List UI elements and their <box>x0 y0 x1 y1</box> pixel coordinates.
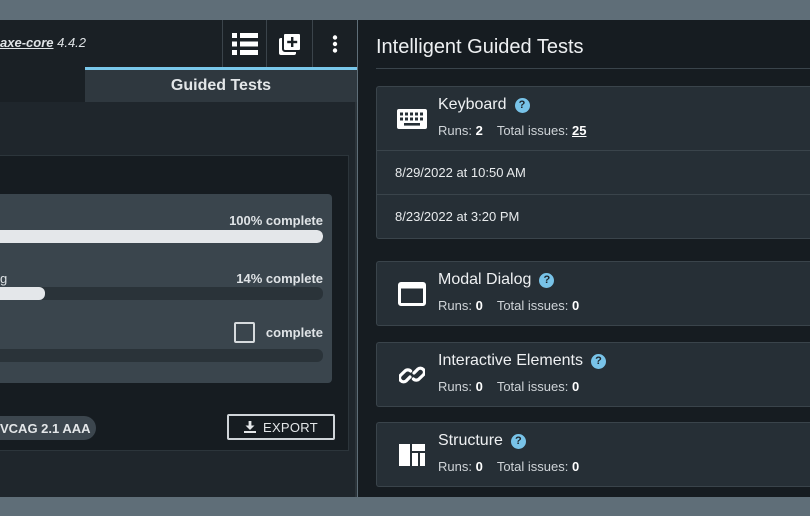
tab-overview[interactable] <box>0 67 85 102</box>
issues-label: Total issues: <box>496 459 569 474</box>
card-title-line: Structure? <box>438 432 526 450</box>
kebab-menu-icon <box>332 34 338 53</box>
download-icon <box>243 421 256 433</box>
card-stats: Runs: 0 Total issues: 0 <box>438 459 579 474</box>
export-label: EXPORT <box>262 419 319 435</box>
progress-3-text: complete <box>265 325 323 340</box>
test-run-row[interactable]: 8/29/2022 at 10:50 AM <box>377 150 810 194</box>
right-panel: Intelligent Guided Tests Keyboard? Runs:… <box>358 20 810 497</box>
tab-bar: Guided Tests <box>0 67 357 102</box>
issues-count: 0 <box>572 459 580 474</box>
tab-guided-tests[interactable]: Guided Tests <box>85 67 357 102</box>
progress-summary-card: 100% complete g 14% complete complete VC… <box>0 155 349 451</box>
help-icon[interactable]: ? <box>590 353 606 369</box>
new-test-button[interactable] <box>266 20 312 67</box>
library-name-link[interactable]: axe-core <box>0 35 53 50</box>
card-title-line: Interactive Elements? <box>438 352 606 370</box>
issues-label: Total issues: <box>496 298 569 313</box>
card-title: Keyboard <box>438 96 507 113</box>
card-stats: Runs: 0 Total issues: 0 <box>438 379 579 394</box>
progress-box: 100% complete g 14% complete complete <box>0 194 332 383</box>
issues-label: Total issues: <box>496 379 569 394</box>
help-icon[interactable]: ? <box>510 433 526 449</box>
issues-count: 0 <box>572 298 580 313</box>
help-icon[interactable]: ? <box>539 272 555 288</box>
card-stats: Runs: 2 Total issues: 25 <box>438 123 586 138</box>
left-panel: axe-core 4.4.2 Guided Tests 100% complet… <box>0 20 357 497</box>
title-divider <box>376 68 810 69</box>
progress-1-text: 100% complete <box>229 213 323 228</box>
runs-count: 0 <box>475 379 483 394</box>
library-version-number: 4.4.2 <box>57 35 87 50</box>
test-card-modal-dialog: Modal Dialog? Runs: 0 Total issues: 0 <box>376 261 810 326</box>
card-header[interactable]: Modal Dialog? Runs: 0 Total issues: 0 <box>377 262 810 325</box>
issues-count: 0 <box>572 379 580 394</box>
help-icon[interactable]: ? <box>514 97 530 113</box>
list-view-button[interactable] <box>222 20 266 67</box>
structure-icon <box>397 442 427 468</box>
summary-footer: VCAG 2.1 AAA EXPORT <box>0 383 348 451</box>
card-title: Modal Dialog <box>438 271 532 288</box>
progress-2-label: g <box>0 271 8 286</box>
runs-count: 2 <box>475 123 483 138</box>
card-title-line: Modal Dialog? <box>438 271 555 289</box>
progress-1-fill <box>0 230 323 243</box>
test-card-interactive-elements: Interactive Elements? Runs: 0 Total issue… <box>376 342 810 407</box>
card-header[interactable]: Interactive Elements? Runs: 0 Total issue… <box>377 343 810 406</box>
export-button[interactable]: EXPORT <box>227 414 335 440</box>
test-run-row[interactable]: 8/23/2022 at 3:20 PM <box>377 194 810 238</box>
runs-count: 0 <box>475 459 483 474</box>
progress-2-text: 14% complete <box>236 271 323 286</box>
card-header[interactable]: Keyboard? Runs: 2 Total issues: 25 <box>377 87 810 150</box>
card-header[interactable]: Structure? Runs: 0 Total issues: 0 <box>377 423 810 486</box>
issues-count-link[interactable]: 25 <box>572 123 586 138</box>
list-icon <box>231 32 258 55</box>
progress-1-bar <box>0 230 323 243</box>
more-options-button[interactable] <box>312 20 357 67</box>
runs-label: Runs: <box>438 379 472 394</box>
standard-badge[interactable]: VCAG 2.1 AAA <box>0 416 96 440</box>
add-copy-icon <box>278 32 301 55</box>
card-stats: Runs: 0 Total issues: 0 <box>438 298 579 313</box>
test-card-keyboard: Keyboard? Runs: 2 Total issues: 25 8/29/2… <box>376 86 810 239</box>
progress-2-fill <box>0 287 46 300</box>
progress-3-bar <box>0 349 323 362</box>
toolbar: axe-core 4.4.2 <box>0 20 357 67</box>
card-title-line: Keyboard? <box>438 96 530 114</box>
runs-label: Runs: <box>438 123 472 138</box>
card-title: Interactive Elements <box>438 352 583 369</box>
modal-dialog-icon <box>397 281 427 307</box>
issues-label: Total issues: <box>496 123 569 138</box>
runs-label: Runs: <box>438 298 472 313</box>
card-title: Structure <box>438 432 503 449</box>
runs-label: Runs: <box>438 459 472 474</box>
test-card-structure: Structure? Runs: 0 Total issues: 0 <box>376 422 810 487</box>
progress-2-bar <box>0 287 323 300</box>
library-version: axe-core 4.4.2 <box>0 35 86 50</box>
keyboard-icon <box>397 106 427 132</box>
runs-count: 0 <box>475 298 483 313</box>
page-title: Intelligent Guided Tests <box>376 36 584 58</box>
link-icon <box>397 362 427 388</box>
completion-checkbox[interactable] <box>234 322 255 343</box>
